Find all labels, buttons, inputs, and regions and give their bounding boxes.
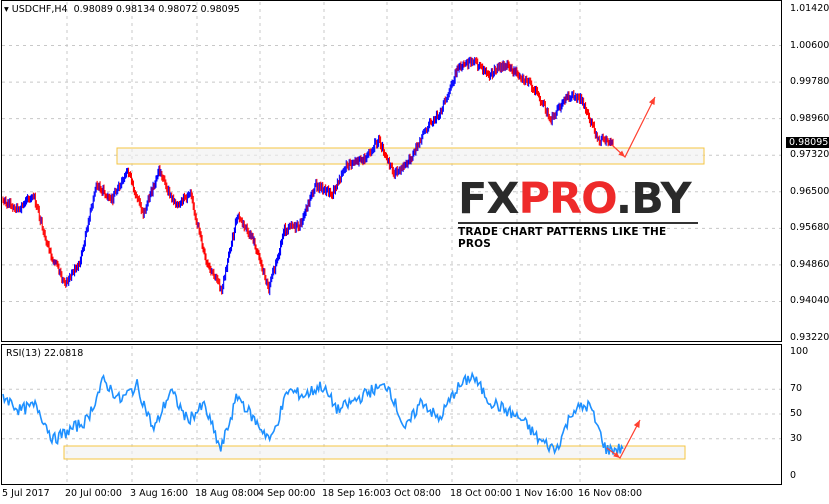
time-tick: 18 Oct 00:00 bbox=[450, 488, 512, 499]
current-price-label: 0.98095 bbox=[786, 137, 829, 148]
time-tick: 16 Nov 08:00 bbox=[578, 488, 643, 499]
price-tick: 0.96500 bbox=[790, 185, 829, 197]
rsi-label: RSI(13) 22.0818 bbox=[6, 348, 84, 359]
symbol-header: ▾ USDCHF,H4 0.98089 0.98134 0.98072 0.98… bbox=[4, 4, 240, 15]
logo-pro: PRO bbox=[518, 174, 617, 224]
price-tick: 0.93220 bbox=[790, 332, 829, 343]
time-tick: 1 Nov 16:00 bbox=[515, 488, 574, 499]
fxpro-logo: FXPRO.BY TRADE CHART PATTERNS LIKE THE P… bbox=[458, 176, 698, 250]
rsi-tick: 50 bbox=[790, 408, 803, 419]
price-tick: 0.95680 bbox=[790, 222, 829, 234]
time-tick: 5 Jul 2017 bbox=[2, 488, 50, 499]
rsi-support-zone bbox=[63, 445, 686, 460]
price-tick: 0.99780 bbox=[790, 76, 829, 88]
time-tick: 4 Sep 00:00 bbox=[258, 488, 316, 499]
time-tick: 18 Sep 16:00 bbox=[322, 488, 386, 499]
price-tick: 0.98960 bbox=[790, 112, 829, 124]
time-tick: 3 Aug 16:00 bbox=[130, 488, 189, 499]
rsi-tick: 70 bbox=[790, 383, 803, 395]
logo-by: .BY bbox=[615, 174, 692, 224]
price-tick: 1.01420 bbox=[790, 3, 829, 14]
logo-fx: FX bbox=[458, 174, 520, 224]
ohlc-values: 0.98089 0.98134 0.98072 0.98095 bbox=[73, 4, 240, 15]
chart-canvas bbox=[2, 2, 781, 483]
rsi-tick: 100 bbox=[790, 346, 809, 357]
rsi-tick: 30 bbox=[790, 432, 803, 444]
price-tick: 1.00600 bbox=[790, 39, 829, 51]
time-tick: 18 Aug 08:00 bbox=[195, 488, 260, 499]
time-tick: 3 Oct 08:00 bbox=[385, 488, 441, 499]
symbol-name: USDCHF,H4 bbox=[11, 4, 68, 15]
logo-tagline: TRADE CHART PATTERNS LIKE THE PROS bbox=[458, 222, 698, 250]
price-tick: 0.94860 bbox=[790, 258, 829, 270]
price-tick: 0.94040 bbox=[790, 295, 829, 307]
price-tick: 0.97320 bbox=[790, 149, 829, 161]
time-tick: 20 Jul 00:00 bbox=[65, 488, 122, 499]
rsi-tick: 0 bbox=[790, 470, 797, 481]
